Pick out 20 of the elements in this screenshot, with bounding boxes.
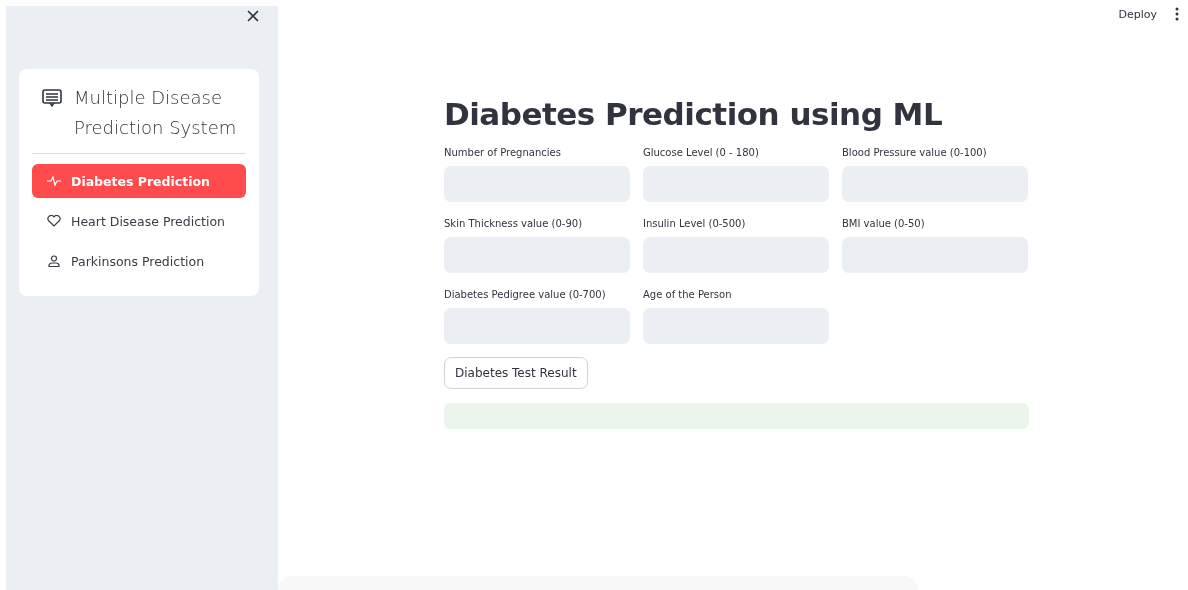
nav-item[interactable]: Heart Disease Prediction [32, 204, 246, 238]
heart-icon [47, 215, 61, 227]
field-label: Insulin Level (0-500) [643, 217, 747, 231]
test-result-button[interactable]: Diabetes Test Result [444, 357, 588, 389]
document-icon [42, 89, 62, 107]
field-label: BMI value (0-50) [842, 217, 926, 231]
more-options-icon[interactable] [1175, 7, 1179, 21]
nav-item[interactable]: Parkinsons Prediction [32, 244, 246, 278]
close-icon[interactable] [247, 10, 259, 22]
page-title: Diabetes Prediction using ML [444, 96, 944, 132]
deploy-button[interactable]: Deploy [1118, 7, 1157, 21]
person-icon [47, 255, 61, 267]
field-label: Number of Pregnancies [444, 146, 562, 160]
field-label: Blood Pressure value (0-100) [842, 146, 988, 160]
pulse-icon [47, 175, 61, 187]
field-label: Diabetes Pedigree value (0-700) [444, 288, 607, 302]
menu-title: Multiple Disease Prediction System [74, 86, 238, 140]
field-label: Skin Thickness value (0-90) [444, 217, 584, 231]
field-label: Age of the Person [643, 288, 733, 302]
field-label: Glucose Level (0 - 180) [643, 146, 760, 160]
